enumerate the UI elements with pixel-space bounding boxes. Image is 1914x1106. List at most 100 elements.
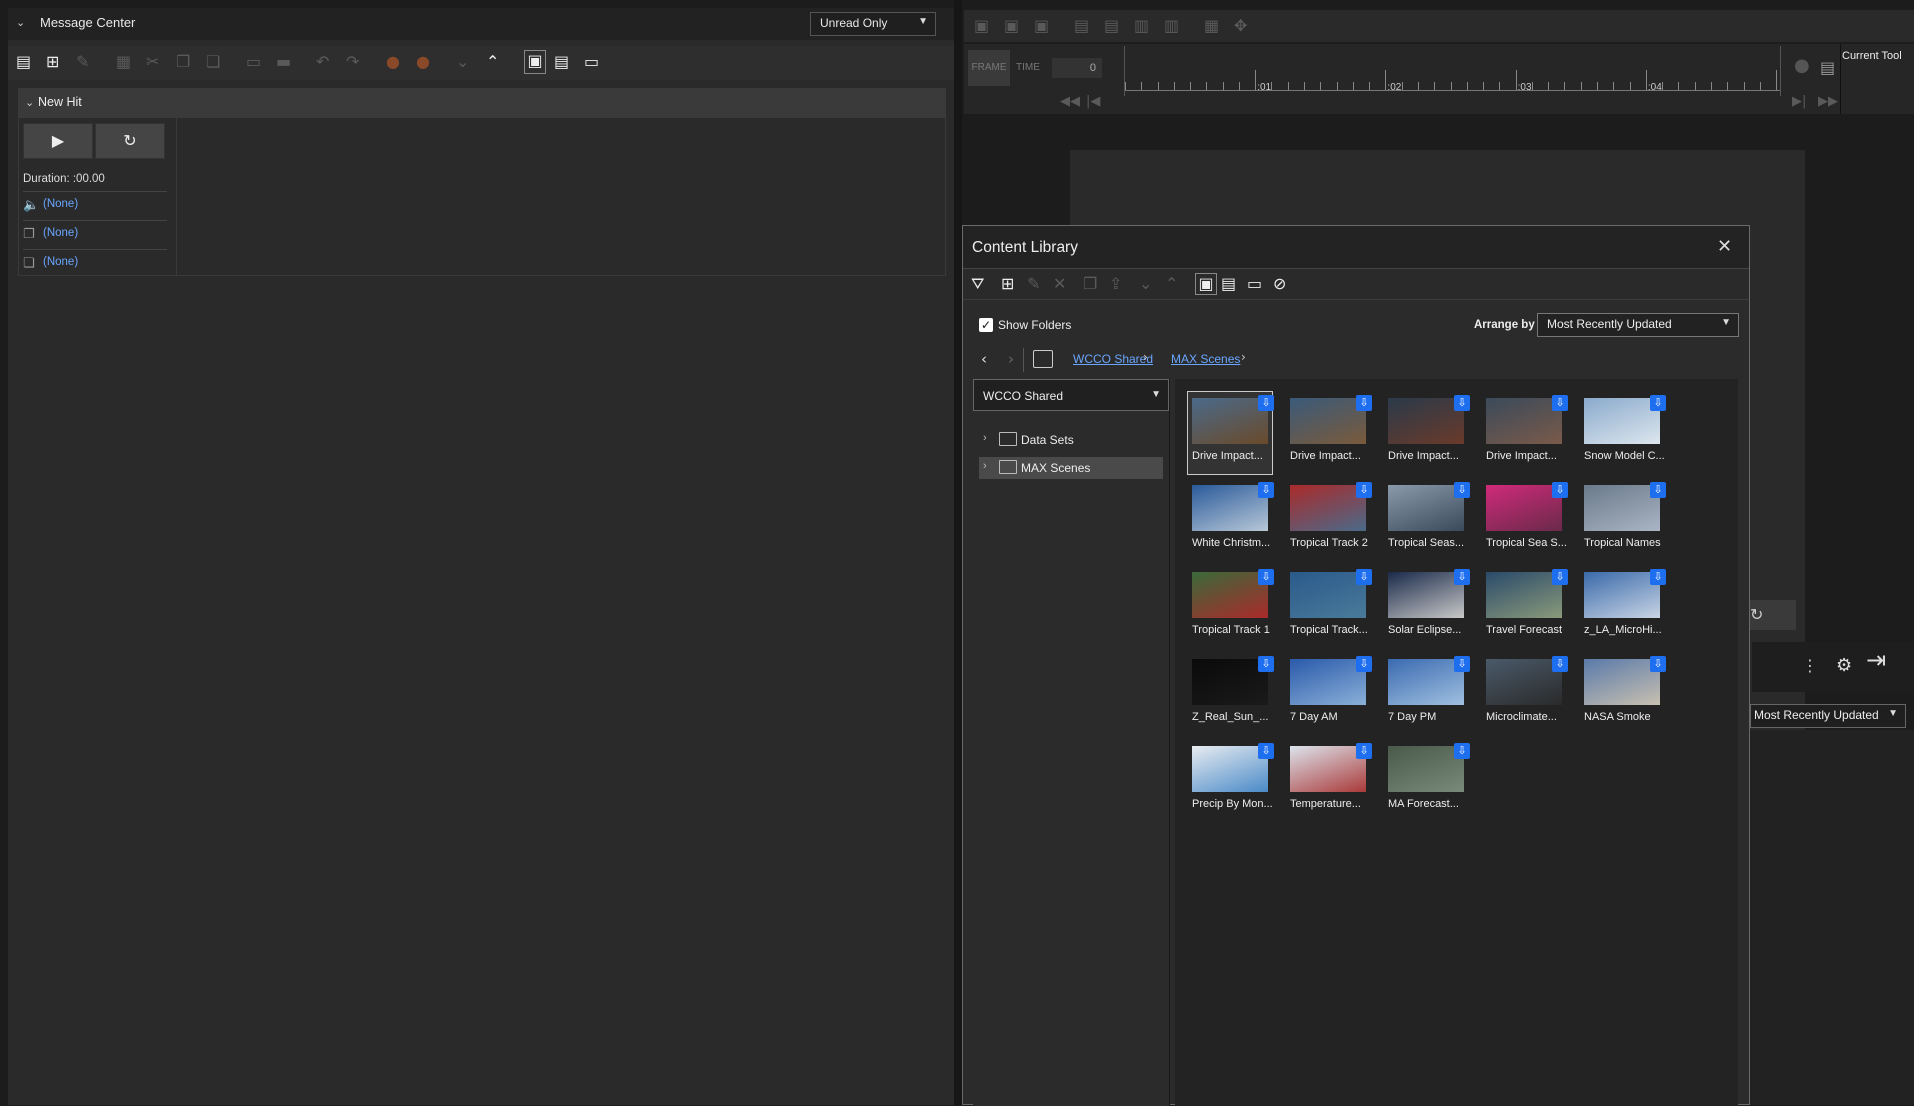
close-icon[interactable]: ✕ (1717, 236, 1732, 257)
record-alt-icon[interactable]: ● (416, 52, 430, 72)
content-tile[interactable]: ⇩ Tropical Track... (1286, 566, 1372, 648)
content-tile[interactable]: ⇩ 7 Day PM (1384, 653, 1470, 735)
content-tile[interactable]: ⇩ Travel Forecast (1482, 566, 1568, 648)
folder-root-dropdown[interactable]: WCCO Shared ▼ (973, 379, 1169, 411)
paste-row[interactable]: ❏ (None) (23, 249, 167, 278)
cloud-download-icon[interactable]: ⇩ (1356, 743, 1372, 759)
copy-row[interactable]: ❐ (None) (23, 220, 167, 249)
exit-panel-icon[interactable]: ⇥ (1866, 648, 1886, 672)
align-icon[interactable]: ▣ (974, 16, 989, 36)
content-library-header[interactable]: Content Library ✕ (963, 226, 1749, 269)
paste-icon[interactable]: ❏ (206, 52, 220, 72)
breadcrumb-max-scenes[interactable]: MAX Scenes (1171, 352, 1240, 366)
redo-icon[interactable]: ↷ (346, 52, 359, 72)
edit-icon[interactable]: ✎ (1027, 274, 1040, 294)
view-mode-2-icon[interactable]: ▤ (554, 52, 569, 72)
content-tile[interactable]: ⇩ z_LA_MicroHi... (1580, 566, 1666, 648)
panel-splitter[interactable] (954, 0, 962, 1105)
spacing-icon[interactable]: ▥ (1134, 16, 1149, 36)
cloud-download-icon[interactable]: ⇩ (1454, 656, 1470, 672)
delete-icon[interactable]: ✕ (1053, 274, 1066, 294)
show-folders-label[interactable]: Show Folders (998, 318, 1071, 332)
frame-number-input[interactable]: 0 (1052, 58, 1102, 78)
cloud-download-icon[interactable]: ⇩ (1552, 482, 1568, 498)
frame-toggle[interactable]: FRAME (968, 50, 1010, 86)
cloud-download-icon[interactable]: ⇩ (1258, 482, 1274, 498)
view-mode-3-icon[interactable]: ▭ (584, 52, 599, 72)
content-tile[interactable]: ⇩ Tropical Seas... (1384, 479, 1470, 561)
show-folders-checkbox[interactable]: ✓ (979, 318, 993, 332)
align-right-icon[interactable]: ▣ (1034, 16, 1049, 36)
play-button[interactable]: ▶ (23, 123, 93, 159)
tree-item-max-scenes[interactable]: › MAX Scenes (979, 457, 1163, 479)
cloud-download-icon[interactable]: ⇩ (1454, 482, 1470, 498)
content-tile[interactable]: ⇩ Drive Impact... (1482, 392, 1568, 474)
content-tile[interactable]: ⇩ White Christm... (1188, 479, 1274, 561)
cloud-download-icon[interactable]: ⇩ (1258, 569, 1274, 585)
step-back-icon[interactable]: |◀ (1086, 92, 1100, 112)
no-preview-icon[interactable]: ⊘ (1273, 274, 1286, 294)
cloud-download-icon[interactable]: ⇩ (1650, 656, 1666, 672)
content-tile[interactable]: ⇩ MA Forecast... (1384, 740, 1470, 822)
view-mode-1-icon[interactable]: ▣ (1195, 273, 1217, 295)
spacing-v-icon[interactable]: ▥ (1164, 16, 1179, 36)
content-tile[interactable]: ⇩ Snow Model C... (1580, 392, 1666, 474)
align-center-icon[interactable]: ▣ (1004, 16, 1019, 36)
record-dot-icon[interactable]: ● (1794, 56, 1810, 76)
expand-down-icon[interactable]: ⌄ (1139, 274, 1152, 294)
cloud-download-icon[interactable]: ⇩ (1454, 743, 1470, 759)
move-icon[interactable]: ✥ (1234, 16, 1247, 36)
unread-filter-dropdown[interactable]: Unread Only ▼ (810, 12, 936, 36)
content-tile[interactable]: ⇩ 7 Day AM (1286, 653, 1372, 735)
more-options-icon[interactable]: ⋮ (1802, 656, 1818, 676)
cloud-download-icon[interactable]: ⇩ (1356, 656, 1372, 672)
add-message-icon[interactable]: ⊞ (46, 52, 59, 72)
edit-icon[interactable]: ✎ (76, 52, 89, 72)
folder-up-icon[interactable] (1033, 350, 1053, 368)
collapse-up-icon[interactable]: ⌃ (486, 52, 499, 72)
list-icon[interactable]: ▤ (1820, 58, 1835, 78)
undo-icon[interactable]: ↶ (316, 52, 329, 72)
fast-forward-icon[interactable]: ▶▶ (1818, 92, 1838, 112)
forward-arrow-icon[interactable]: › (1008, 350, 1014, 368)
arrange-by-dropdown[interactable]: Most Recently Updated ▼ (1537, 313, 1739, 337)
rewind-icon[interactable]: ◀◀ (1060, 92, 1080, 112)
collapse-up-icon[interactable]: ⌃ (1165, 274, 1178, 294)
content-tile[interactable]: ⇩ Z_Real_Sun_... (1188, 653, 1274, 735)
content-tile[interactable]: ⇩ Drive Impact... (1187, 391, 1274, 475)
view-mode-1-icon[interactable]: ▣ (524, 50, 546, 74)
layout-icon[interactable]: ▦ (116, 52, 131, 72)
step-forward-icon[interactable]: ▶| (1792, 92, 1806, 112)
copy-row-value[interactable]: (None) (43, 227, 78, 239)
cloud-download-icon[interactable]: ⇩ (1552, 569, 1568, 585)
distribute-v-icon[interactable]: ▤ (1104, 16, 1119, 36)
cloud-download-icon[interactable]: ⇩ (1258, 395, 1274, 411)
content-tile[interactable]: ⇩ Drive Impact... (1384, 392, 1470, 474)
cloud-download-icon[interactable]: ⇩ (1356, 569, 1372, 585)
content-tile[interactable]: ⇩ Tropical Names (1580, 479, 1666, 561)
expand-chevron-icon[interactable]: › (983, 432, 987, 444)
add-icon[interactable]: ⊞ (1001, 274, 1014, 294)
cloud-download-icon[interactable]: ⇩ (1258, 656, 1274, 672)
tools-icon[interactable]: ▤ (16, 52, 31, 72)
cloud-download-icon[interactable]: ⇩ (1650, 569, 1666, 585)
content-tile[interactable]: ⇩ Solar Eclipse... (1384, 566, 1470, 648)
frame-icon[interactable]: ▭ (246, 52, 261, 72)
cloud-download-icon[interactable]: ⇩ (1454, 395, 1470, 411)
content-tile[interactable]: ⇩ Microclimate... (1482, 653, 1568, 735)
cloud-download-icon[interactable]: ⇩ (1258, 743, 1274, 759)
view-mode-2-icon[interactable]: ▤ (1221, 274, 1236, 294)
refresh-button[interactable]: ↻ (1746, 600, 1796, 630)
expand-chevron-icon[interactable]: › (983, 460, 987, 472)
content-tile[interactable]: ⇩ Tropical Track 1 (1188, 566, 1274, 648)
cloud-download-icon[interactable]: ⇩ (1356, 482, 1372, 498)
distribute-icon[interactable]: ▤ (1074, 16, 1089, 36)
cloud-download-icon[interactable]: ⇩ (1356, 395, 1372, 411)
cloud-download-icon[interactable]: ⇩ (1454, 569, 1470, 585)
time-toggle[interactable]: TIME (1016, 62, 1040, 73)
tree-item-data-sets[interactable]: › Data Sets (979, 429, 1163, 451)
gear-icon[interactable]: ⚙ (1836, 656, 1852, 676)
replay-button[interactable]: ↻ (95, 123, 165, 159)
copy-icon[interactable]: ❐ (1083, 274, 1097, 294)
content-tile[interactable]: ⇩ NASA Smoke (1580, 653, 1666, 735)
